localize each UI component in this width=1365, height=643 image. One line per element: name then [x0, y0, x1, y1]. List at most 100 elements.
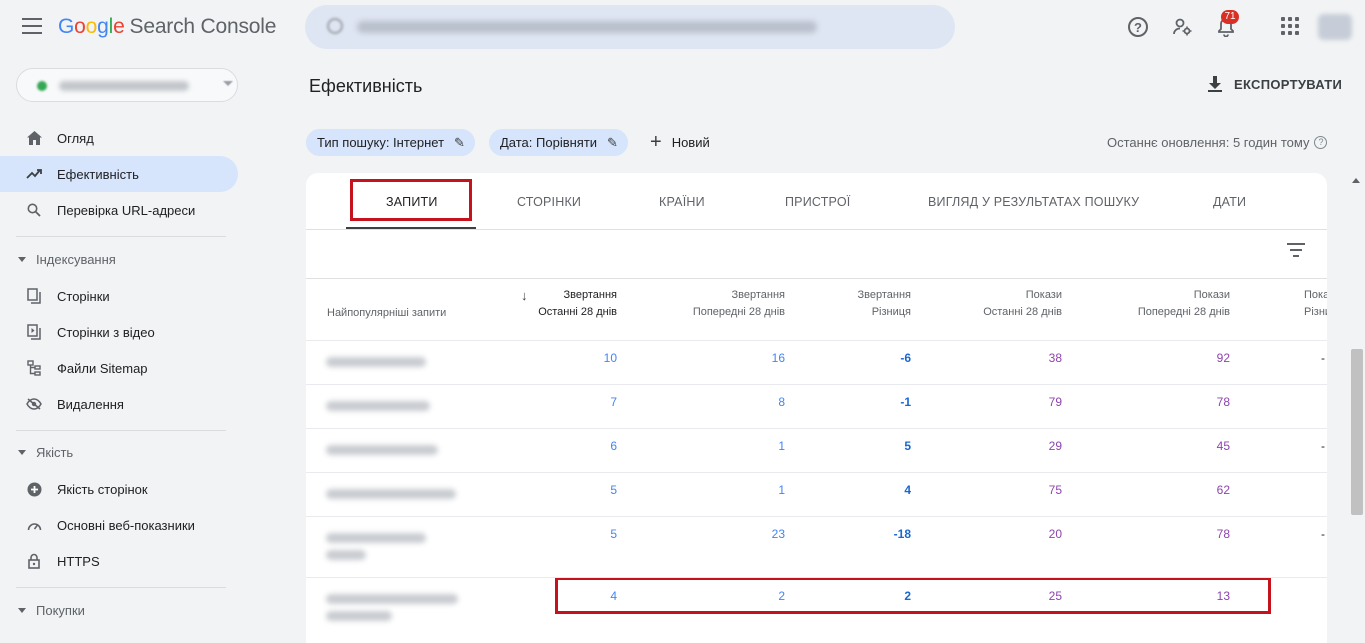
divider — [16, 236, 226, 237]
plus-circle-icon — [26, 481, 42, 497]
column-header-impressions-diff[interactable]: Пока Різни — [1304, 287, 1327, 321]
cell-impressions-previous: 45 — [1216, 439, 1230, 453]
user-settings-icon[interactable] — [1171, 15, 1195, 39]
annotation-box-tab — [350, 179, 472, 221]
sidebar-item-label: Ефективність — [57, 166, 139, 182]
column-header-title: Покази — [1025, 289, 1062, 301]
trending-up-icon — [26, 166, 42, 182]
pencil-icon[interactable]: ✎ — [454, 135, 465, 151]
last-update-text: Останнє оновлення: 5 годин тому — [1107, 135, 1310, 150]
collapse-arrow-icon — [18, 608, 26, 613]
column-header-impressions-previous[interactable]: Покази Попередні 28 днів — [1138, 287, 1230, 321]
page-title: Ефективність — [309, 76, 423, 96]
pencil-icon[interactable]: ✎ — [607, 135, 618, 151]
sidebar-item-video-pages[interactable]: Сторінки з відео — [0, 314, 238, 350]
sidebar-item-page-experience[interactable]: Якість сторінок — [0, 471, 238, 507]
plus-icon: + — [650, 131, 662, 153]
sidebar-item-overview[interactable]: Огляд — [0, 120, 238, 156]
search-bar[interactable] — [305, 5, 955, 49]
logo-letter: G — [58, 15, 75, 38]
filter-chip-search-type[interactable]: Тип пошуку: Інтернет ✎ — [306, 129, 475, 156]
top-app-bar: Google Search Console ? 71 — [0, 0, 1365, 56]
query-text-redacted — [326, 550, 366, 560]
scrollbar-thumb[interactable] — [1351, 349, 1363, 515]
sidebar-item-label: Сторінки з відео — [57, 324, 155, 340]
sidebar: Огляд Ефективність Перевірка URL-адреси … — [0, 56, 250, 630]
sidebar-item-label: Якість сторінок — [57, 481, 148, 497]
tab-pages[interactable]: СТОРІНКИ — [517, 195, 581, 209]
main-content: Ефективність ЕКСПОРТУВАТИ Тип пошуку: Ін… — [250, 56, 1365, 643]
column-header-title: Покази — [1193, 289, 1230, 301]
download-icon — [1208, 76, 1222, 92]
sidebar-item-removals[interactable]: Видалення — [0, 386, 238, 422]
column-header-clicks-previous[interactable]: Звертання Попередні 28 днів — [693, 287, 785, 321]
avatar[interactable] — [1318, 14, 1352, 40]
sidebar-item-label: Видалення — [57, 396, 124, 412]
tab-countries[interactable]: КРАЇНИ — [659, 195, 705, 209]
home-icon — [26, 130, 42, 146]
sidebar-item-core-web-vitals[interactable]: Основні веб-показники — [0, 507, 238, 543]
section-toggle-quality[interactable]: Якість — [18, 445, 73, 460]
sidebar-item-performance[interactable]: Ефективність — [0, 156, 238, 192]
cell-clicks-previous: 16 — [771, 351, 785, 365]
filter-rows-icon[interactable] — [1287, 243, 1305, 257]
export-button[interactable]: ЕКСПОРТУВАТИ — [1208, 76, 1342, 92]
section-toggle-indexing[interactable]: Індексування — [18, 252, 116, 267]
app-logo[interactable]: Google Search Console — [58, 15, 276, 39]
apps-grid-icon[interactable] — [1281, 17, 1299, 35]
product-name: Search Console — [129, 15, 277, 38]
menu-icon[interactable] — [22, 18, 42, 34]
search-input[interactable] — [357, 15, 917, 39]
new-filter-button[interactable]: + Новий — [650, 131, 710, 154]
divider — [306, 384, 1327, 385]
column-header-impressions-current[interactable]: Покази Останні 28 днів — [983, 287, 1062, 321]
tab-devices[interactable]: ПРИСТРОЇ — [785, 195, 850, 209]
scroll-up-arrow-icon[interactable] — [1352, 178, 1360, 183]
help-circle-icon[interactable]: ? — [1314, 136, 1328, 149]
query-text-redacted — [326, 594, 458, 604]
tab-dates[interactable]: ДАТИ — [1213, 195, 1246, 209]
property-selector[interactable] — [16, 68, 238, 102]
sidebar-item-https[interactable]: HTTPS — [0, 543, 238, 579]
sidebar-item-pages[interactable]: Сторінки — [0, 278, 238, 314]
cell-impressions-previous: 92 — [1216, 351, 1230, 365]
filter-chip-label: Тип пошуку: Інтернет — [317, 135, 445, 150]
query-text-redacted — [326, 445, 438, 455]
sidebar-item-url-inspection[interactable]: Перевірка URL-адреси — [0, 192, 238, 228]
column-header-title: Звертання — [731, 289, 786, 301]
cell-clicks-diff: 4 — [904, 483, 911, 497]
cell-impressions-current: 75 — [1048, 483, 1062, 497]
cell-impressions-previous: 78 — [1216, 395, 1230, 409]
cell-clicks-diff: 2 — [904, 589, 911, 603]
query-text-redacted — [326, 533, 426, 543]
tab-search-appearance[interactable]: ВИГЛЯД У РЕЗУЛЬТАТАХ ПОШУКУ — [928, 195, 1139, 209]
column-header-clicks-current[interactable]: Звертання Останні 28 днів — [538, 287, 617, 321]
cell-clicks-diff: -18 — [893, 527, 911, 541]
sort-descending-icon[interactable]: ↓ — [521, 288, 528, 303]
sitemap-icon — [26, 360, 42, 376]
chevron-down-icon — [223, 81, 233, 86]
cell-clicks-current: 5 — [610, 527, 617, 541]
new-filter-label: Новий — [671, 135, 710, 150]
section-toggle-shopping[interactable]: Покупки — [18, 603, 85, 618]
column-header-subtitle: Різниця — [871, 306, 911, 318]
column-header-clicks-diff[interactable]: Звертання Різниця — [858, 287, 912, 321]
help-icon[interactable]: ? — [1128, 17, 1148, 37]
logo-letter: e — [113, 15, 125, 38]
sidebar-item-label: Огляд — [57, 130, 94, 146]
cell-clicks-current: 7 — [610, 395, 617, 409]
sidebar-item-label: Сторінки — [57, 288, 110, 304]
logo-letter: o — [74, 15, 86, 38]
sidebar-item-sitemaps[interactable]: Файли Sitemap — [0, 350, 238, 386]
column-header-subtitle: Попередні 28 днів — [692, 306, 785, 318]
column-header-title: Звертання — [857, 289, 912, 301]
sidebar-item-label: HTTPS — [57, 553, 100, 569]
section-title: Індексування — [36, 252, 116, 267]
filter-chip-date[interactable]: Дата: Порівняти ✎ — [489, 129, 628, 156]
column-header-subtitle: Останні 28 днів — [983, 306, 1062, 318]
sidebar-item-label: Перевірка URL-адреси — [57, 202, 196, 218]
column-header-query: Найпопулярніші запити — [327, 307, 447, 319]
cell-clicks-previous: 1 — [778, 483, 785, 497]
cell-impressions-diff: - — [1321, 351, 1325, 365]
cell-impressions-diff: - — [1321, 439, 1325, 453]
